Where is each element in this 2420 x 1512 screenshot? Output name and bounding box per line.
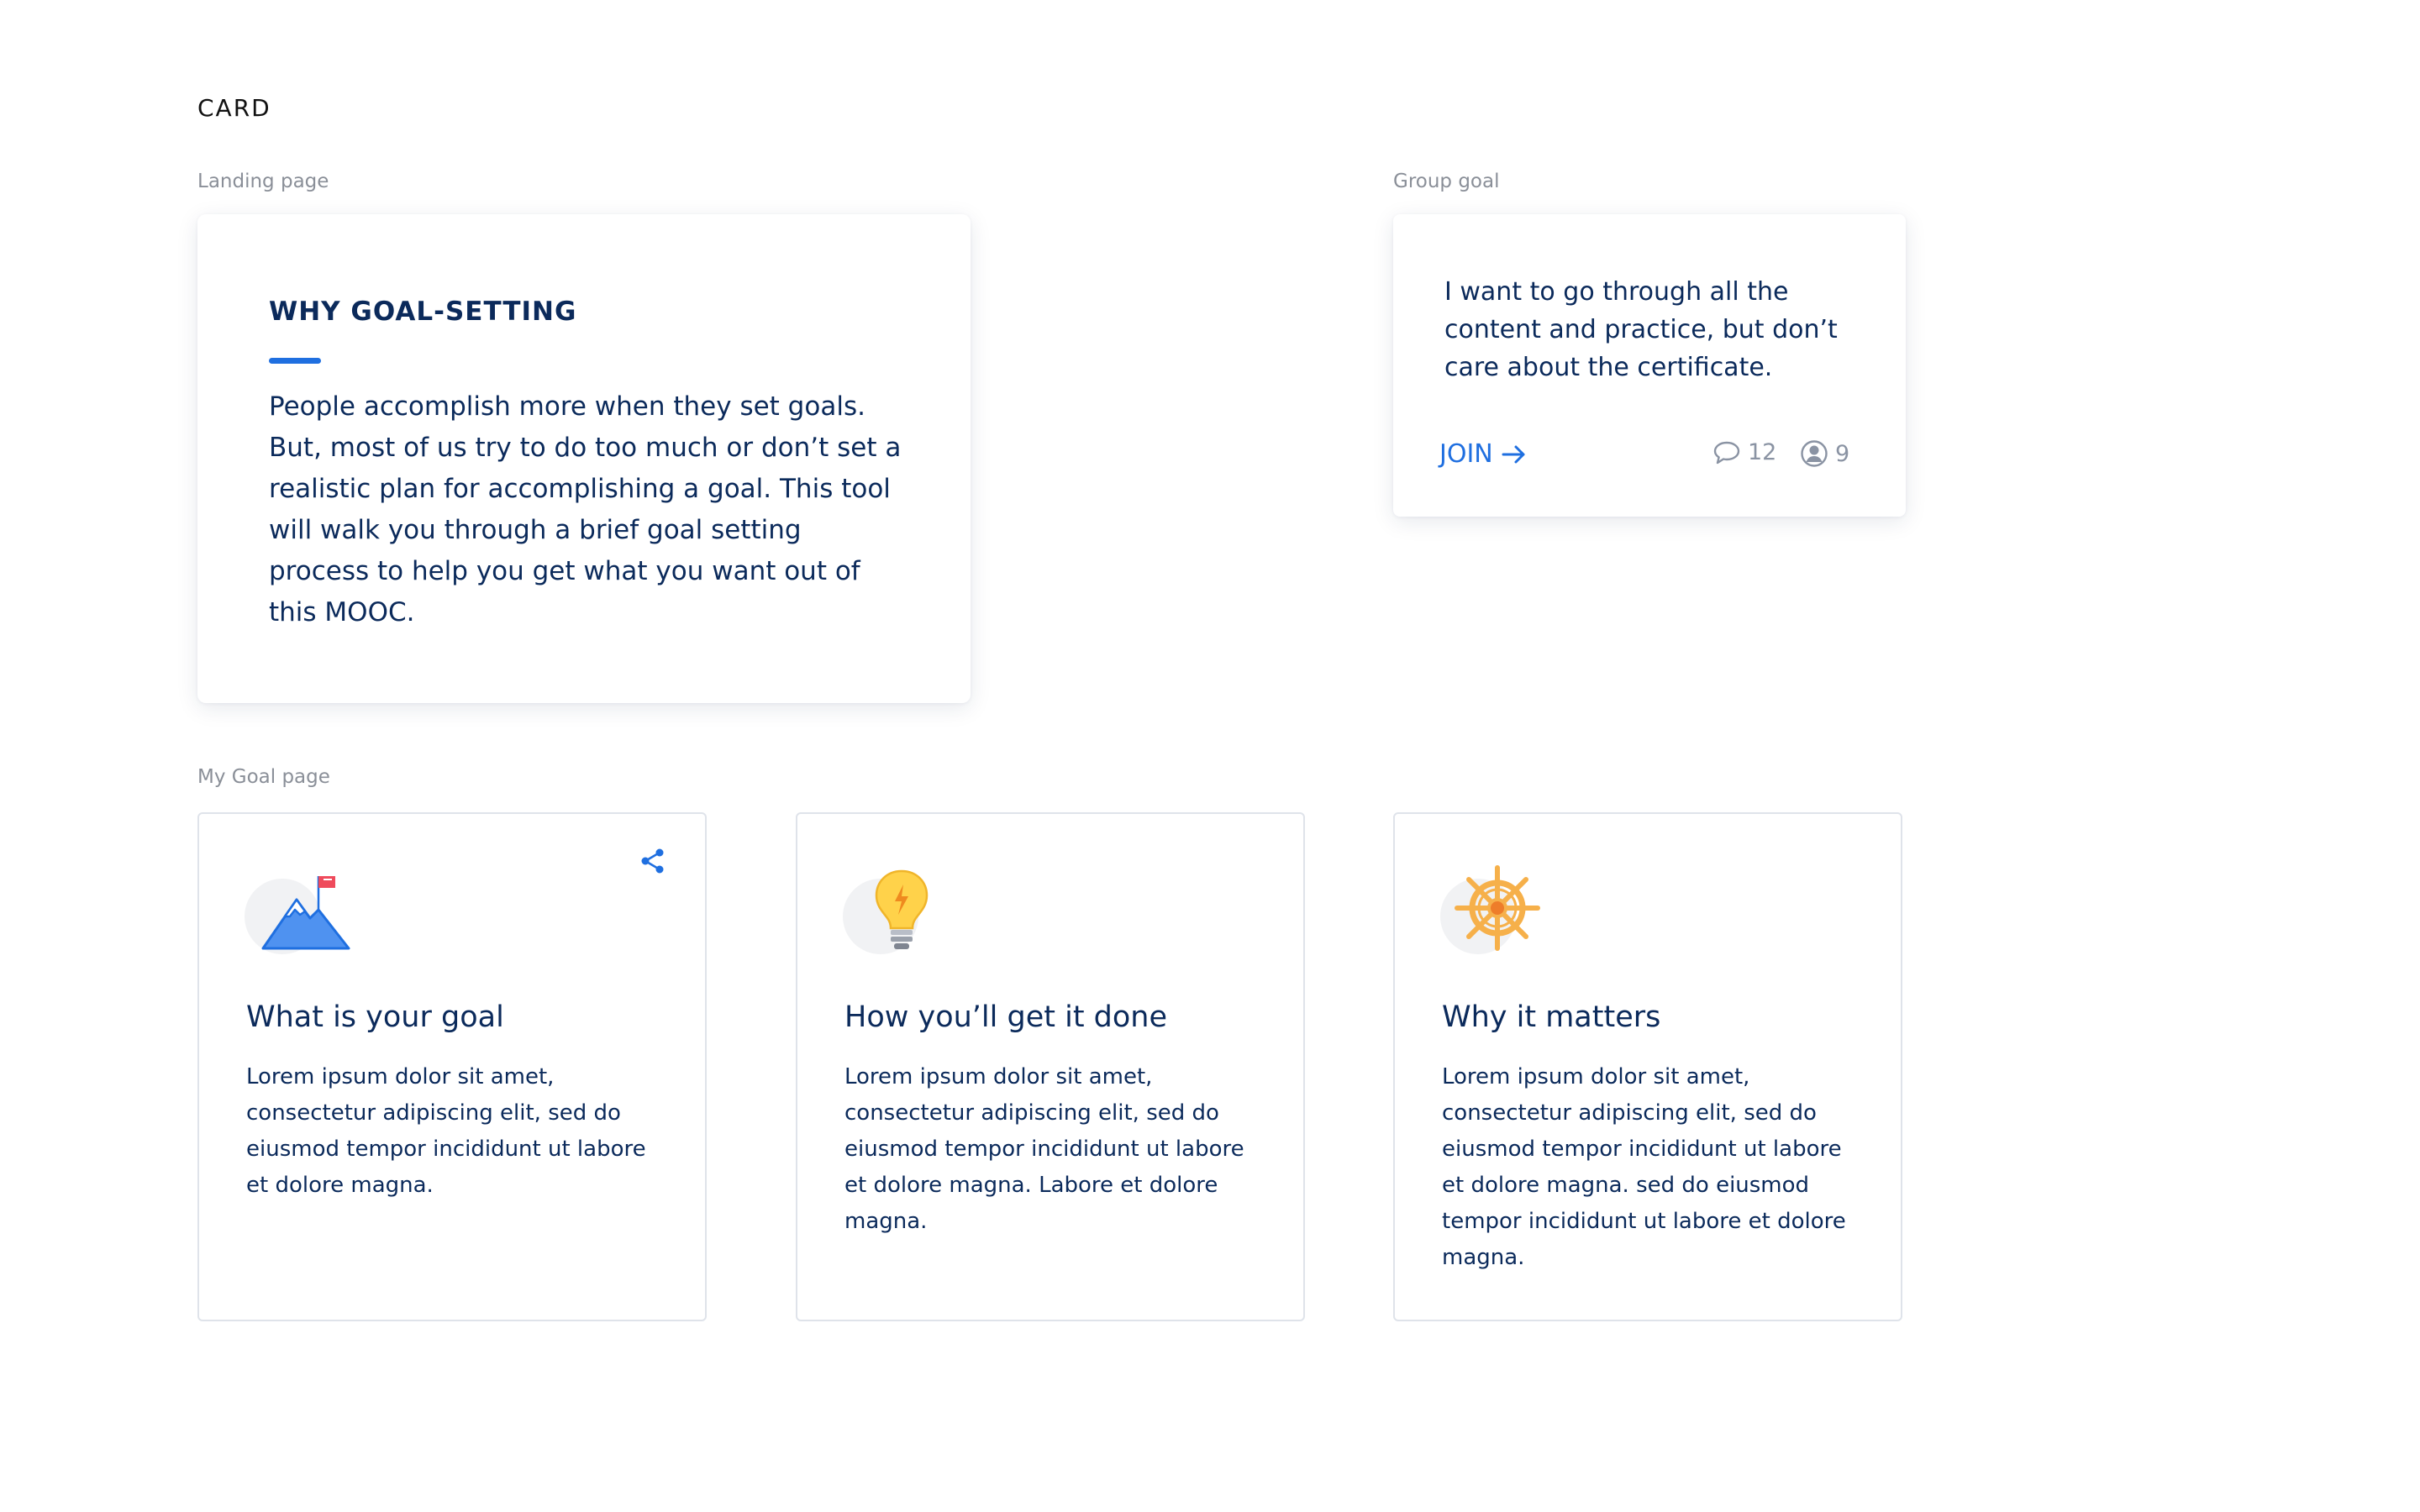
goal-card-title: How you’ll get it done <box>844 1000 1168 1034</box>
user-avatar-icon <box>1801 440 1828 467</box>
group-goal-card[interactable]: I want to go through all the content and… <box>1393 214 1906 517</box>
arrow-right-icon <box>1502 445 1525 463</box>
goal-card-title: Why it matters <box>1442 1000 1661 1034</box>
section-label-landing: Landing page <box>197 171 329 192</box>
mountain-flag-icon <box>245 864 354 957</box>
ship-wheel-icon <box>1440 864 1549 957</box>
heading-underline <box>269 358 321 364</box>
share-icon[interactable] <box>638 846 668 876</box>
goal-card-text: Lorem ipsum dolor sit amet, consectetur … <box>1442 1064 1846 1270</box>
join-label: JOIN <box>1439 439 1493 469</box>
goal-card-what[interactable]: What is your goal Lorem ipsum dolor sit … <box>197 812 707 1321</box>
goal-card-how[interactable]: How you’ll get it done Lorem ipsum dolor… <box>796 812 1305 1321</box>
landing-card-body: People accomplish more when they set goa… <box>269 391 902 627</box>
group-goal-quote: I want to go through all the content and… <box>1444 277 1838 382</box>
join-button[interactable]: JOIN <box>1439 439 1527 469</box>
page-title: CARD <box>197 94 271 122</box>
goal-card-why[interactable]: Why it matters Lorem ipsum dolor sit ame… <box>1393 812 1902 1321</box>
members-stat[interactable]: 9 <box>1800 439 1849 468</box>
comment-bubble-icon <box>1713 441 1740 464</box>
comments-count: 12 <box>1748 439 1777 465</box>
goal-card-text: Lorem ipsum dolor sit amet, consectetur … <box>246 1064 646 1198</box>
goal-card-text: Lorem ipsum dolor sit amet, consectetur … <box>844 1064 1244 1234</box>
section-label-my-goal: My Goal page <box>197 766 330 788</box>
section-label-group-goal: Group goal <box>1393 171 1500 192</box>
landing-card: WHY GOAL-SETTING People accomplish more … <box>197 214 971 703</box>
lightbulb-icon <box>843 864 952 957</box>
comments-stat[interactable]: 12 <box>1712 439 1776 465</box>
members-count: 9 <box>1835 440 1850 467</box>
goal-card-title: What is your goal <box>246 1000 504 1034</box>
landing-card-heading: WHY GOAL-SETTING <box>269 297 577 327</box>
